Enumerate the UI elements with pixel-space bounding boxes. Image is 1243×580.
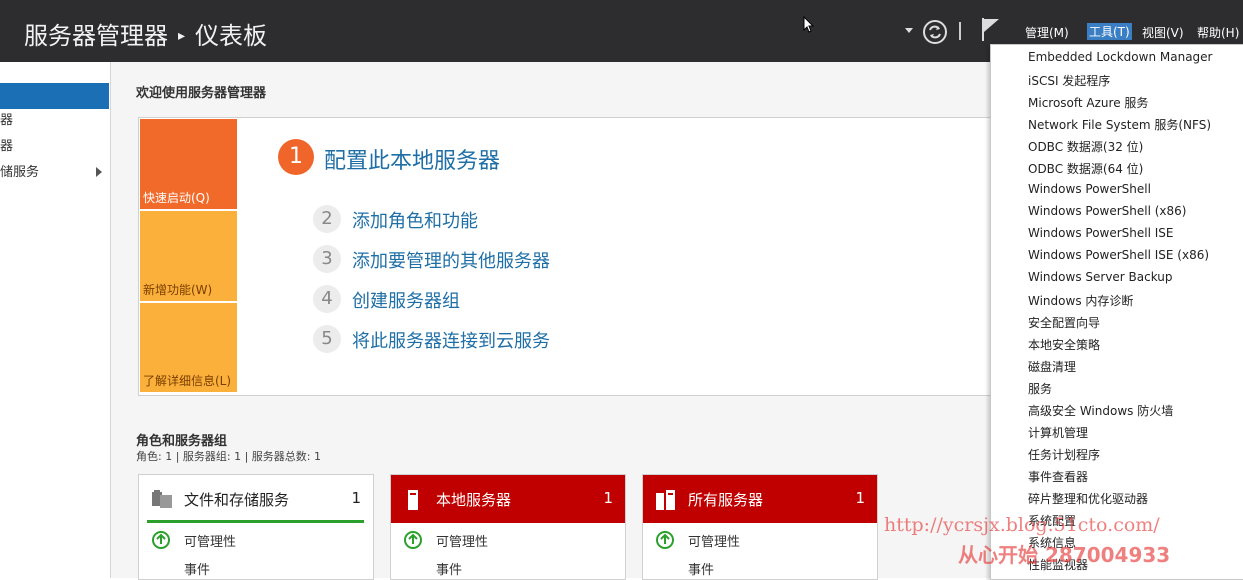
step-3-link[interactable]: 添加要管理的其他服务器: [352, 247, 550, 273]
breadcrumb-separator-icon: ▸: [178, 28, 186, 44]
tools-menu-item[interactable]: Windows PowerShell: [1028, 182, 1151, 196]
tools-menu-item[interactable]: Microsoft Azure 服务: [1028, 94, 1148, 111]
tools-menu-item[interactable]: 本地安全策略: [1028, 336, 1100, 353]
card-header[interactable]: 本地服务器 1: [391, 475, 625, 523]
toolbar-divider: [959, 22, 961, 40]
role-card-all-servers[interactable]: 所有服务器 1 可管理性 事件: [642, 474, 878, 580]
tile-quick-start-label: 快速启动(Q): [143, 191, 210, 205]
events-link[interactable]: 事件: [688, 559, 714, 578]
tools-menu-item[interactable]: 碎片整理和优化驱动器: [1028, 490, 1148, 507]
step-2-link[interactable]: 添加角色和功能: [352, 207, 478, 233]
tools-menu-item[interactable]: Windows PowerShell (x86): [1028, 204, 1186, 218]
page-title: 仪表板: [195, 22, 268, 50]
manageability-link[interactable]: 可管理性: [436, 531, 488, 550]
watermark-url: http://ycrsjx.blog.51cto.com/: [884, 514, 1160, 536]
card-count: 1: [855, 489, 865, 507]
tools-menu-item[interactable]: iSCSI 发起程序: [1028, 72, 1110, 89]
card-header[interactable]: 所有服务器 1: [643, 475, 877, 523]
events-link[interactable]: 事件: [184, 559, 210, 578]
events-link[interactable]: 事件: [436, 559, 462, 578]
flag-icon[interactable]: [980, 16, 1002, 42]
mouse-cursor-icon: [803, 16, 815, 33]
card-header[interactable]: 文件和存储服务 1: [139, 475, 373, 523]
tools-menu-item[interactable]: Windows PowerShell ISE: [1028, 226, 1174, 240]
tools-menu-item[interactable]: 磁盘清理: [1028, 358, 1076, 375]
server-icon: [408, 490, 418, 510]
card-count: 1: [351, 489, 361, 507]
tools-menu-item[interactable]: Windows Server Backup: [1028, 270, 1173, 284]
status-bar: [147, 520, 364, 523]
tools-menu-item[interactable]: 高级安全 Windows 防火墙: [1028, 402, 1173, 419]
menu-manage[interactable]: 管理(M): [1025, 24, 1069, 41]
ok-check-icon: [656, 531, 674, 549]
watermark-text: 从心开始 287004933: [958, 543, 1171, 567]
menu-help[interactable]: 帮助(H): [1197, 24, 1239, 41]
menu-tools[interactable]: 工具(T): [1087, 23, 1132, 40]
file-storage-icon: [152, 490, 172, 508]
tools-menu-item[interactable]: 事件查看器: [1028, 468, 1088, 485]
card-title: 本地服务器: [436, 491, 512, 509]
welcome-title: 欢迎使用服务器管理器: [136, 86, 267, 101]
breadcrumb: 服务器管理器 ▸ 仪表板: [24, 16, 267, 51]
step-3-number: 3: [313, 245, 341, 273]
left-nav: [0, 62, 111, 578]
servers-icon: [656, 490, 675, 510]
tools-menu-item[interactable]: Network File System 服务(NFS): [1028, 116, 1211, 133]
refresh-icon[interactable]: [922, 19, 948, 45]
menu-view[interactable]: 视图(V): [1142, 24, 1184, 41]
quick-start-panel: [138, 117, 1000, 396]
tile-whats-new-label: 新增功能(W): [143, 283, 213, 297]
tools-menu-item[interactable]: ODBC 数据源(32 位): [1028, 138, 1143, 155]
tools-menu-item[interactable]: 安全配置向导: [1028, 314, 1100, 331]
step-5-link[interactable]: 将此服务器连接到云服务: [352, 327, 550, 353]
tile-learn-more[interactable]: 了解详细信息(L): [140, 303, 237, 392]
nav-item-dashboard[interactable]: [0, 83, 109, 109]
step-1-number: 1: [278, 139, 314, 175]
tools-menu-item[interactable]: Windows 内存诊断: [1028, 292, 1133, 309]
tools-menu-item[interactable]: 计算机管理: [1028, 424, 1088, 441]
tools-menu-item[interactable]: ODBC 数据源(64 位): [1028, 160, 1143, 177]
card-title: 所有服务器: [688, 491, 764, 509]
card-count: 1: [603, 489, 613, 507]
step-2-number: 2: [313, 205, 341, 233]
tile-quick-start[interactable]: 快速启动(Q): [140, 119, 237, 209]
step-4-link[interactable]: 创建服务器组: [352, 287, 460, 313]
tools-menu-item[interactable]: 任务计划程序: [1028, 446, 1100, 463]
step-4-number: 4: [313, 285, 341, 313]
tools-menu-item[interactable]: Embedded Lockdown Manager: [1028, 50, 1212, 64]
nav-item-file-storage[interactable]: 储服务: [0, 162, 39, 184]
tools-menu-item[interactable]: Windows PowerShell ISE (x86): [1028, 248, 1209, 262]
nav-expand-arrow-icon[interactable]: [96, 167, 102, 177]
roles-title: 角色和服务器组: [136, 434, 228, 449]
manageability-link[interactable]: 可管理性: [688, 531, 740, 550]
nav-item-local-server[interactable]: 器: [0, 110, 13, 132]
ok-check-icon: [152, 531, 170, 549]
nav-item-all-servers[interactable]: 器: [0, 136, 13, 158]
app-title: 服务器管理器: [24, 22, 168, 50]
dropdown-caret-icon[interactable]: [905, 28, 913, 34]
role-card-local-server[interactable]: 本地服务器 1 可管理性 事件: [390, 474, 626, 580]
step-1-link[interactable]: 配置此本地服务器: [324, 143, 500, 175]
card-title: 文件和存储服务: [184, 491, 290, 509]
tile-learn-more-label: 了解详细信息(L): [143, 374, 232, 388]
role-card-file-storage[interactable]: 文件和存储服务 1 可管理性 事件: [138, 474, 374, 580]
roles-summary: 角色: 1 | 服务器组: 1 | 服务器总数: 1: [136, 450, 322, 463]
tools-menu-item[interactable]: 服务: [1028, 380, 1052, 397]
tile-whats-new[interactable]: 新增功能(W): [140, 211, 237, 301]
ok-check-icon: [404, 531, 422, 549]
step-5-number: 5: [313, 325, 341, 353]
manageability-link[interactable]: 可管理性: [184, 531, 236, 550]
